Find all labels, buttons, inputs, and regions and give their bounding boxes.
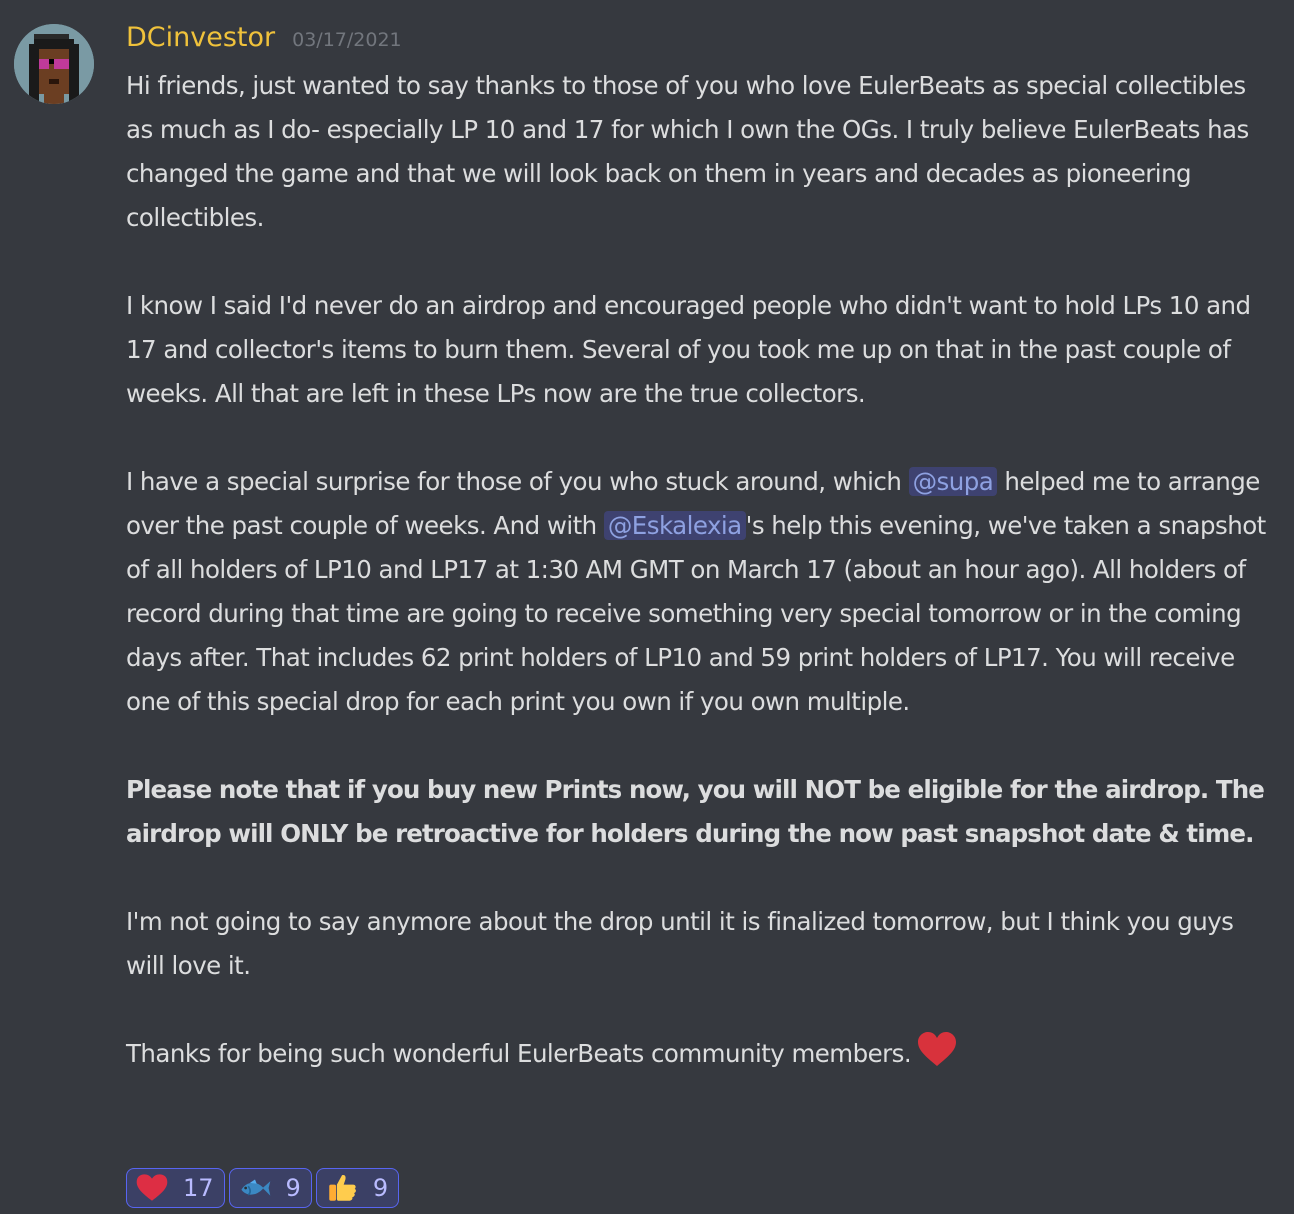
username[interactable]: DCinvestor <box>126 22 275 53</box>
pixel-avatar-icon <box>14 24 94 104</box>
reaction-count: 17 <box>183 1174 214 1202</box>
chat-message: DCinvestor 03/17/2021 Hi friends, just w… <box>0 0 1294 1214</box>
reaction-heart[interactable]: 17 <box>126 1168 225 1208</box>
reaction-fish[interactable]: 9 <box>228 1168 312 1208</box>
reaction-count: 9 <box>285 1174 301 1202</box>
message-paragraph: I'm not going to say anymore about the d… <box>126 907 1234 980</box>
reaction-bar: 17 9 9 <box>126 1168 400 1208</box>
text-segment: I have a special surprise for those of y… <box>126 467 909 496</box>
fish-icon <box>240 1179 270 1196</box>
timestamp: 03/17/2021 <box>292 29 402 51</box>
reaction-thumbs-up[interactable]: 9 <box>315 1168 400 1208</box>
message-paragraph: I have a special surprise for those of y… <box>126 460 1276 724</box>
message-paragraph: Hi friends, just wanted to say thanks to… <box>126 71 1249 232</box>
message-paragraph: Thanks for being such wonderful EulerBea… <box>126 1032 1276 1076</box>
heart-icon[interactable] <box>917 1032 957 1068</box>
message-paragraph: I know I said I'd never do an airdrop an… <box>126 291 1251 408</box>
text-segment: Thanks for being such wonderful EulerBea… <box>126 1039 912 1068</box>
heart-icon <box>136 1174 168 1201</box>
message-paragraph-bold: Please note that if you buy new Prints n… <box>126 775 1265 848</box>
user-mention-eskalexia[interactable]: @Eskalexia <box>603 511 746 540</box>
avatar[interactable] <box>14 24 94 104</box>
text-segment: 's help this evening, we've taken a snap… <box>126 511 1266 716</box>
thumbs-up-icon <box>329 1175 356 1201</box>
message-header: DCinvestor 03/17/2021 <box>126 22 402 62</box>
reaction-count: 9 <box>372 1174 389 1202</box>
message-content: Hi friends, just wanted to say thanks to… <box>126 64 1276 1076</box>
user-mention-supa[interactable]: @supa <box>908 467 998 496</box>
